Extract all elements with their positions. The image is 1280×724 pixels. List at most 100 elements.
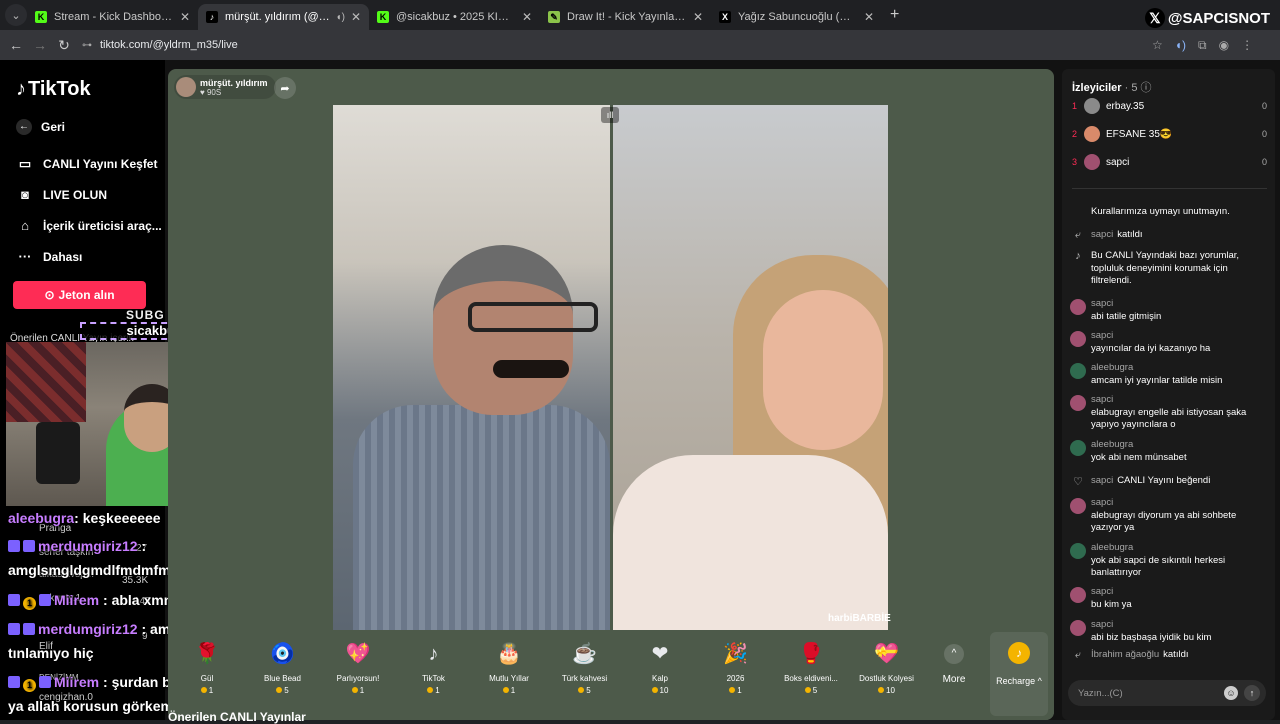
viewer-row[interactable]: 3 sapci 0 — [1072, 152, 1267, 172]
chat-username[interactable]: aleebugra — [1091, 542, 1268, 555]
chat-message: sapci yayıncılar da iyi kazanıyo ha — [1070, 330, 1268, 355]
chat-username[interactable]: sapci — [1091, 298, 1161, 311]
tab-favicon-icon: ♪ — [206, 11, 218, 23]
sub-badge-icon — [39, 676, 51, 688]
gift-item[interactable]: ❤ Kalp 10 — [622, 636, 698, 695]
chat-input[interactable]: Yazın...(C) ☺ ↑ — [1068, 680, 1266, 706]
chat-username[interactable]: sapci — [1091, 330, 1210, 343]
gift-item[interactable]: 💝 Dostluk Kolyesi 10 — [849, 636, 925, 695]
host-name[interactable]: mürşüt. yıldırım — [200, 78, 268, 88]
menu-kebab-icon[interactable]: ⋮ — [1241, 38, 1253, 53]
viewers-divider — [1072, 188, 1267, 189]
info-icon[interactable]: ⓘ — [1141, 82, 1152, 94]
avatar[interactable] — [1070, 331, 1086, 347]
gift-item[interactable]: ☕ Türk kahvesi 5 — [547, 636, 623, 695]
gift-item[interactable]: ♪ TikTok 1 — [396, 636, 472, 695]
suggested-lives-heading: Önerilen CANLI Yayınlar — [168, 710, 306, 724]
chat-username[interactable]: İbrahim ağaoğlu — [1091, 649, 1159, 660]
gift-price-value: 5 — [586, 686, 591, 695]
chat-list[interactable]: Kurallarımıza uymayı unutmayın. ⤶ sapci kat… — [1070, 194, 1268, 669]
chat-text: alebugrayı diyorum ya abi sohbete yazıyo… — [1091, 509, 1237, 534]
close-tab-icon[interactable]: ✕ — [180, 10, 190, 24]
send-icon[interactable]: ↑ — [1244, 685, 1260, 701]
new-tab-button[interactable]: + — [890, 6, 899, 24]
browser-tab[interactable]: X Yağız Sabuncuoğlu (@yagosab ✕ — [711, 4, 882, 30]
viewers-heading: İzleyiciler · 5 ⓘ — [1072, 79, 1152, 95]
get-coins-button[interactable]: ⊙ Jeton alın — [13, 281, 146, 309]
avatar[interactable] — [1070, 363, 1086, 379]
avatar[interactable] — [1070, 587, 1086, 603]
url-field[interactable]: ⊶ tiktok.com/@yldrm_m35/live — [82, 39, 1142, 51]
viewer-row[interactable]: 1 erbay.35 0 — [1072, 96, 1267, 116]
chat-text: CANLI Yayını beğendi — [1117, 475, 1211, 486]
avatar[interactable] — [1070, 299, 1086, 315]
profile-icon[interactable]: ◉ — [1219, 38, 1229, 53]
browser-tab[interactable]: ♪ mürşüt. yıldırım (@yldrm_m ◖) ✕ — [198, 4, 369, 30]
viewer-name[interactable]: sapci — [1106, 157, 1262, 168]
gift-item[interactable]: 💖 Parlıyorsun! 1 — [320, 636, 396, 695]
avatar[interactable] — [1084, 98, 1100, 114]
chat-username[interactable]: sapci — [1091, 619, 1211, 632]
gift-item[interactable]: 🎂 Mutlu Yıllar 1 — [471, 636, 547, 695]
viewer-score: 0 — [1261, 157, 1267, 167]
avatar[interactable] — [1084, 126, 1100, 142]
media-icon[interactable]: ◖) — [1175, 38, 1186, 53]
tab-search-icon[interactable]: ⌄ — [5, 4, 27, 26]
avatar[interactable] — [1084, 154, 1100, 170]
viewer-name[interactable]: EFSANE 35😎 — [1106, 129, 1262, 140]
tiktok-logo[interactable]: ♪ TikTok — [16, 78, 91, 101]
sidebar-item-go-live[interactable]: ◙ LIVE OLUN — [16, 187, 107, 202]
sidebar-item-more[interactable]: ··· Dahası — [16, 249, 83, 264]
more-gifts-button[interactable]: ^ More — [934, 636, 974, 685]
gift-item[interactable]: 🎉 2026 1 — [698, 636, 774, 695]
recharge-button[interactable]: ♪ Recharge ^ — [990, 632, 1048, 716]
back-nav[interactable]: ← Geri — [16, 119, 65, 135]
live-player[interactable]: mürşüt. yıldırım ♥ 90S ➦ ıll harbiBARBİE… — [168, 69, 1054, 720]
gift-name: Türk kahvesi — [561, 674, 608, 683]
gift-item[interactable]: 🥊 Boks eldiveni... 5 — [773, 636, 849, 695]
chat-username[interactable]: sapci — [1091, 394, 1268, 407]
bookmark-star-icon[interactable]: ☆ — [1152, 38, 1163, 53]
chat-username[interactable]: sapci — [1091, 475, 1113, 486]
close-tab-icon[interactable]: ✕ — [693, 10, 703, 24]
chat-username[interactable]: sapci — [1091, 497, 1268, 510]
avatar[interactable] — [1070, 543, 1086, 559]
browser-tab[interactable]: ✎ Draw It! - Kick Yayınları İçin Çiz ✕ — [540, 4, 711, 30]
emoji-icon[interactable]: ☺ — [1224, 686, 1238, 700]
share-icon[interactable]: ➦ — [274, 77, 296, 99]
browser-tab[interactable]: K Stream - Kick Dashboard ✕ — [27, 4, 198, 30]
close-tab-icon[interactable]: ✕ — [864, 10, 874, 24]
gift-item[interactable]: 🌹 Gül 1 — [169, 636, 245, 695]
browser-tab[interactable]: K @sicakbuz • 2025 KICK WRAPP ✕ — [369, 4, 540, 30]
chat-username[interactable]: sapci — [1091, 586, 1132, 599]
site-info-icon[interactable]: ⊶ — [82, 40, 92, 51]
avatar[interactable] — [1070, 498, 1086, 514]
extensions-icon[interactable]: ⧉ — [1198, 38, 1207, 53]
viewer-name[interactable]: erbay.35 — [1106, 101, 1262, 112]
viewers-count: · 5 — [1124, 82, 1138, 94]
close-tab-icon[interactable]: ✕ — [522, 10, 532, 24]
reload-icon[interactable]: ↻ — [52, 37, 76, 54]
chat-input-placeholder[interactable]: Yazın...(C) — [1078, 688, 1224, 699]
sidebar-item-creator-tools[interactable]: ⌂ İçerik üreticisi araç... — [16, 218, 162, 233]
arrow-left-icon: ← — [16, 119, 32, 135]
close-tab-icon[interactable]: ✕ — [351, 10, 361, 24]
chat-username[interactable]: aleebugra — [1091, 439, 1187, 452]
speaker-icon[interactable]: ◖) — [336, 12, 345, 23]
sub-badge-icon — [23, 623, 35, 635]
avatar[interactable] — [1070, 620, 1086, 636]
avatar[interactable] — [1070, 440, 1086, 456]
viewer-row[interactable]: 2 EFSANE 35😎 0 — [1072, 124, 1267, 144]
forward-icon[interactable]: → — [28, 37, 52, 53]
back-icon[interactable]: ← — [4, 37, 28, 53]
chat-username[interactable]: sapci — [1091, 229, 1113, 240]
gift-price: 1 — [698, 686, 774, 695]
host-info[interactable]: mürşüt. yıldırım ♥ 90S — [174, 75, 276, 99]
chat-username[interactable]: aleebugra — [1091, 362, 1222, 375]
avatar[interactable] — [1070, 395, 1086, 411]
overlay-username: merdumgiriz12 — [38, 621, 138, 637]
gift-price: 1 — [320, 686, 396, 695]
gift-item[interactable]: 🧿 Blue Bead 5 — [245, 636, 321, 695]
host-avatar[interactable] — [176, 77, 196, 97]
sidebar-item-explore-live[interactable]: ▭ CANLI Yayını Keşfet — [16, 156, 158, 172]
